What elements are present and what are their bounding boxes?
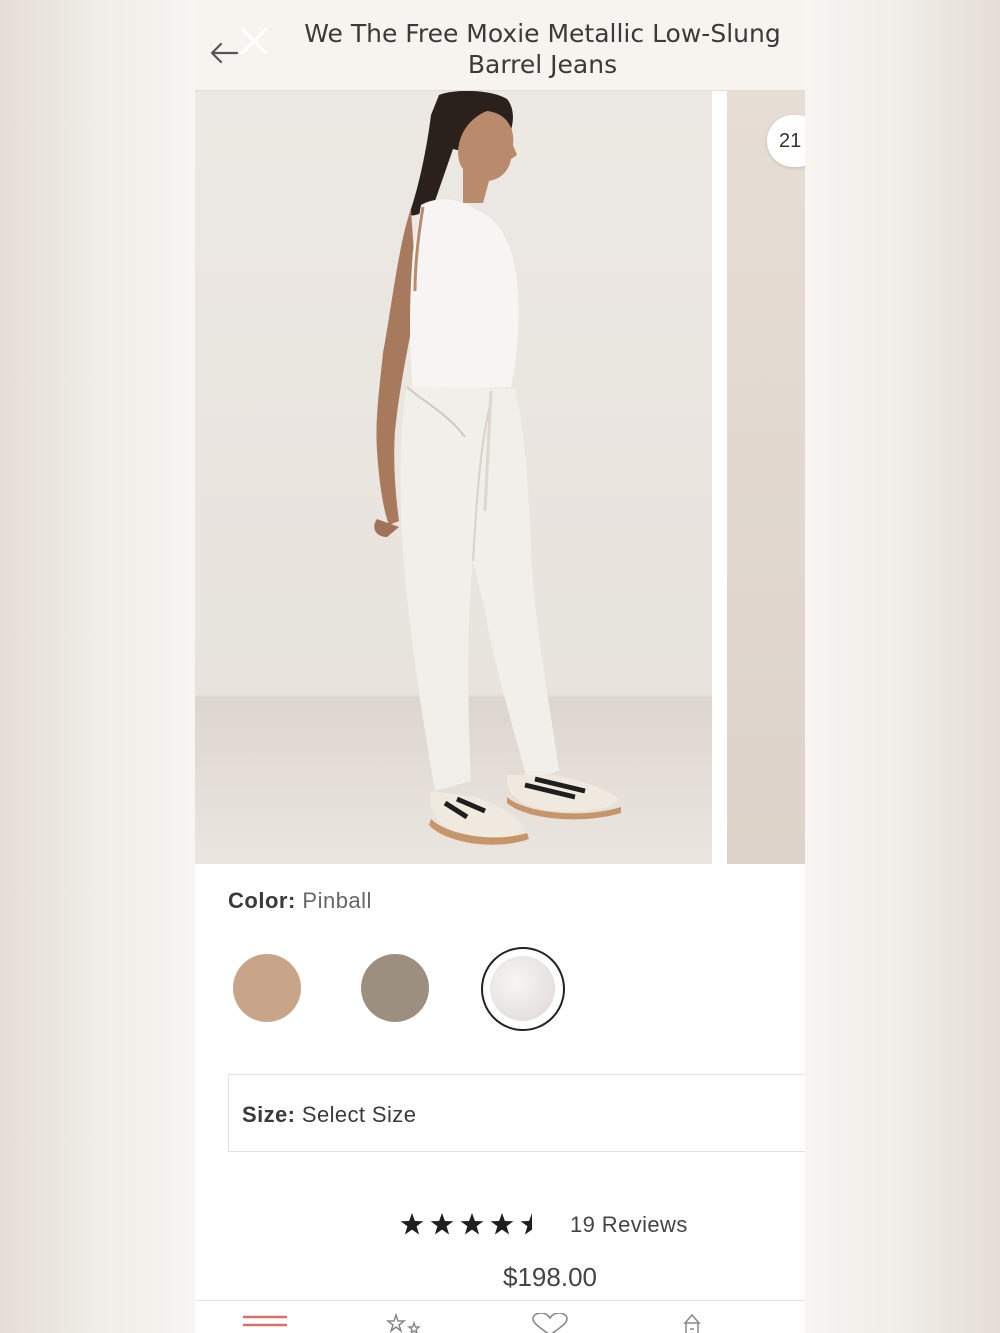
product-image-carousel[interactable]: 21 [195, 91, 805, 864]
back-arrow-icon[interactable] [207, 36, 241, 70]
color-label: Color: [228, 888, 296, 913]
star-rating-icon [400, 1213, 532, 1235]
close-icon[interactable] [237, 24, 271, 58]
reviews-link[interactable]: 19 Reviews [570, 1212, 688, 1238]
bottom-tab-bar [195, 1300, 805, 1333]
color-selection-label: Color: Pinball [228, 888, 372, 914]
model-photo-illustration [374, 91, 621, 845]
product-title: We The Free Moxie Metallic Low-Slung Bar… [304, 19, 781, 79]
color-swatch-pinball-selected[interactable] [481, 947, 565, 1031]
store-icon[interactable] [667, 1313, 717, 1333]
next-product-photo[interactable] [727, 91, 805, 864]
stars-icon[interactable] [382, 1313, 432, 1333]
color-swatch-tan[interactable] [227, 948, 307, 1028]
color-swatch-taupe[interactable] [355, 948, 435, 1028]
product-screen: We The Free Moxie Metallic Low-Slung Bar… [195, 0, 805, 1333]
size-value: Select Size [301, 1102, 417, 1127]
product-photo[interactable] [195, 91, 712, 864]
size-label: Size: [242, 1102, 296, 1127]
menu-icon[interactable] [241, 1313, 291, 1333]
swatch-fill [361, 954, 429, 1022]
size-selector[interactable]: Size: Select Size [228, 1074, 805, 1152]
top-bar: We The Free Moxie Metallic Low-Slung Bar… [195, 0, 805, 91]
swatch-fill [233, 954, 301, 1022]
product-price: $198.00 [503, 1262, 597, 1292]
color-value: Pinball [302, 888, 372, 913]
size-selector-text: Size: Select Size [242, 1102, 416, 1128]
swatch-fill [490, 956, 555, 1021]
heart-icon[interactable] [525, 1313, 575, 1333]
